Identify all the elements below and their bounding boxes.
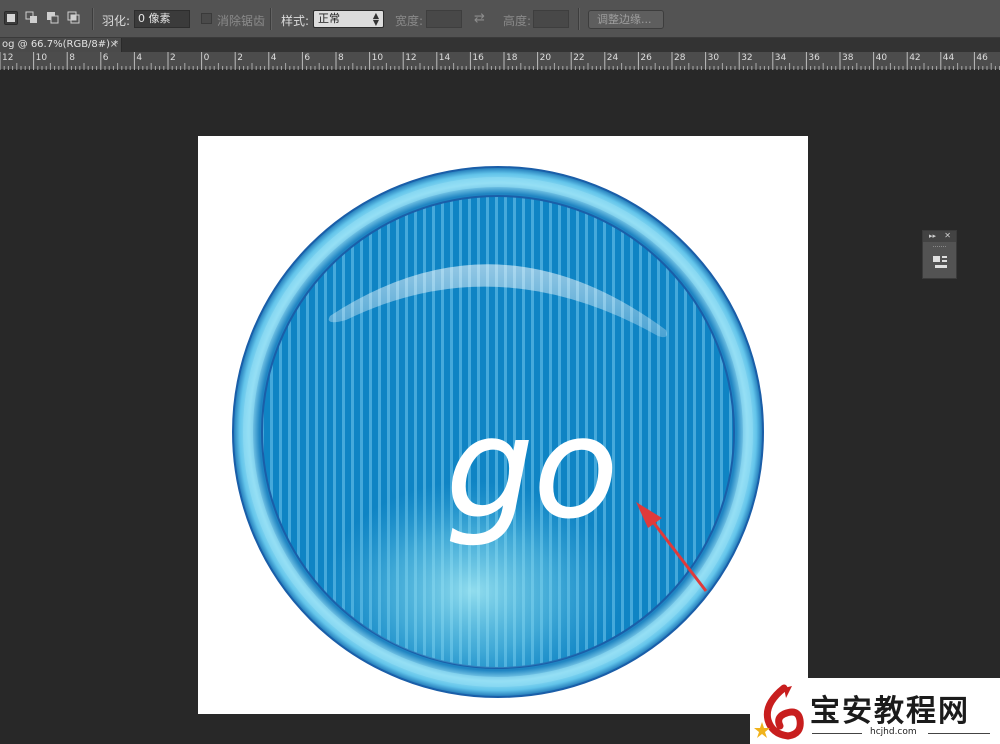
style-label: 样式: [281,14,310,28]
width-input[interactable] [426,10,462,28]
ruler-label: 44 [942,53,955,63]
swap-icon[interactable]: ⇄ [474,11,485,26]
ruler-label: 2 [237,53,243,63]
ruler-label: 12 [405,53,417,63]
feather-label: 羽化: [102,14,131,28]
ruler-label: 0 [203,53,210,63]
document-tab-title: og @ 66.7%(RGB/8#) * [2,39,119,50]
expand-panel-icon[interactable]: ▸▸ [929,231,936,241]
close-panel-icon[interactable]: ✕ [944,231,951,241]
ruler-label: 28 [674,53,686,63]
document-canvas[interactable]: go [198,136,808,714]
ruler-label: 40 [875,53,888,63]
height-label: 高度: [503,14,532,28]
go-button-artwork: go [232,166,764,698]
toolbar-divider [270,8,271,30]
width-label: 宽度: [395,14,424,28]
ruler-label: 14 [438,53,451,63]
new-selection-icon[interactable] [4,11,18,25]
ruler-label: 26 [640,53,652,63]
ruler-label: 6 [304,53,311,63]
add-to-selection-icon[interactable] [25,11,39,25]
close-tab-icon[interactable]: × [110,38,118,51]
properties-panel-icon[interactable] [933,255,949,269]
site-name: 宝安教程网 [810,694,970,729]
ruler-label: 12 [2,53,14,63]
canvas-area[interactable]: go [0,70,1000,744]
site-url: hcjhd.com [870,727,917,737]
subtract-from-selection-icon[interactable] [46,11,60,25]
intersect-with-selection-icon[interactable] [67,11,81,25]
watermark-divider [928,733,990,734]
ruler-label: 8 [338,53,344,63]
ruler-label: 46 [976,53,988,63]
ruler-label: 32 [741,53,753,63]
site-watermark: 宝安教程网 hcjhd.com [750,678,1000,744]
ruler-label: 18 [506,53,518,63]
ruler-label: 4 [270,53,277,63]
ruler-label: 22 [573,53,585,63]
collapsed-panel[interactable]: ▸▸ ✕ [922,230,957,279]
ruler-label: 42 [909,53,921,63]
horizontal-ruler[interactable]: 12 10 8 6 4 2 0 2 4 6 8 10 12 14 16 18 20 22 24 26 28 30 32 34 3… [0,52,1000,70]
height-input[interactable] [533,10,569,28]
ruler-label: 6 [102,53,109,63]
refine-edge-button[interactable]: 调整边缘... [588,10,664,29]
ruler-label: 30 [707,53,720,63]
feather-input[interactable]: 0 像素 [134,10,190,28]
toolbar-divider [92,8,93,30]
ruler-label: 10 [371,53,384,63]
style-select[interactable]: 正常 ▲ ▼ [313,10,384,28]
antialias-label: 消除锯齿 [217,14,266,28]
panel-grip[interactable] [933,246,946,249]
ruler-label: 16 [472,53,484,63]
watermark-divider [812,733,862,734]
ruler-label: 36 [808,53,820,63]
ruler-label: 20 [539,53,552,63]
document-tab[interactable]: og @ 66.7%(RGB/8#) * × [0,38,122,52]
antialias-checkbox[interactable] [201,13,212,24]
go-text: go [446,388,618,549]
ruler-label: 8 [69,53,75,63]
ruler-label: 24 [606,53,619,63]
ruler-label: 34 [774,53,787,63]
ruler-label: 2 [170,53,176,63]
collapsed-panel-header: ▸▸ ✕ [923,231,956,242]
ruler-label: 4 [136,53,143,63]
options-bar: 羽化: 0 像素 消除锯齿 样式: 正常 ▲ ▼ 宽度: ⇄ 高度: 调整边缘..… [0,0,1000,38]
ruler-label: 10 [35,53,48,63]
select-arrows-icon: ▲ ▼ [372,11,379,27]
document-tab-bar: og @ 66.7%(RGB/8#) * × [0,38,1000,52]
style-select-value: 正常 [318,12,340,25]
site-logo-icon [754,684,804,740]
toolbar-divider [578,8,579,30]
ruler-label: 38 [842,53,854,63]
